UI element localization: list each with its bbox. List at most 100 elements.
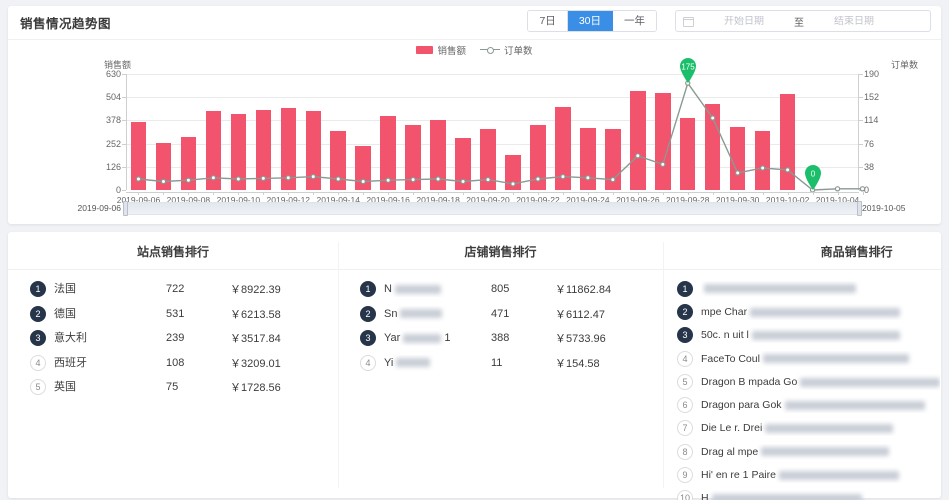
ranking-row[interactable]: 5Dragon B mpada Go￥29.3: [677, 370, 949, 393]
ranking-row[interactable]: 2mpe Char￥16.4: [677, 300, 949, 323]
bar-swatch-icon: [416, 46, 434, 54]
ranking-item-quantity: 5: [940, 446, 949, 458]
data-zoom-handle-left[interactable]: [123, 201, 128, 216]
rank-badge: 4: [677, 350, 693, 367]
redacted-text: [762, 354, 909, 364]
ranking-item-name: Die Le r. Drei: [701, 420, 940, 436]
y-axis-left-tick: 630: [105, 69, 121, 79]
ranking-item-name: Sn: [384, 306, 491, 322]
ranking-row[interactable]: 3 Yar 1 388 ￥5733.96: [360, 326, 641, 351]
range-button-1[interactable]: 30日: [567, 11, 613, 31]
legend-item-orders[interactable]: 订单数: [480, 43, 533, 57]
x-axis-tickmark: [562, 192, 564, 195]
x-axis-tickmark: [363, 192, 365, 195]
legend-label-sales: 销售额: [437, 46, 466, 57]
start-date-input[interactable]: [700, 15, 788, 27]
range-button-2[interactable]: 一年: [613, 11, 656, 31]
rank-badge: 1: [360, 281, 376, 298]
ranking-item-amount: ￥6112.47: [555, 308, 605, 321]
ranking-row[interactable]: 4 Yi 11 ￥154.58: [360, 351, 641, 376]
ranking-item-amount: ￥6213.58: [230, 308, 281, 321]
chart-line-series: [135, 80, 866, 193]
ranking-item-name: 西班牙: [54, 356, 87, 369]
ranking-row[interactable]: 9Hi' en re 1 Paire11￥0: [677, 463, 949, 486]
ranking-row[interactable]: 1￥32.65: [677, 277, 949, 300]
ranking-item-name: Dragon para Gok: [701, 397, 940, 413]
redacted-text: [396, 358, 431, 368]
ranking-list: 1￥32.652mpe Char￥16.4350c. n uit l￥45.54…: [663, 270, 949, 500]
chart-data-zoom-slider[interactable]: 2019-09-06 2019-10-05: [78, 201, 905, 216]
ranking-row[interactable]: 10H0￥26: [677, 487, 949, 500]
y-axis-left-tick: 0: [115, 185, 121, 195]
rank-badge: 2: [360, 305, 376, 322]
end-date-input[interactable]: [810, 15, 898, 27]
dashboard-page: 销售情况趋势图 7日30日一年 至 销售额 订单数: [0, 0, 949, 500]
x-axis-tickmark: [213, 192, 215, 195]
x-axis-tickmark: [662, 192, 664, 195]
redacted-text: [711, 494, 862, 500]
ranking-item-amount: ￥1728.56: [230, 382, 281, 395]
range-segmented-control[interactable]: 7日 30日 一年: [527, 10, 657, 32]
ranking-item-name: 法国: [54, 283, 76, 296]
ranking-row[interactable]: 2 Sn 471 ￥6112.47: [360, 302, 641, 327]
x-axis-tickmark: [762, 192, 764, 195]
page-title: 销售情况趋势图: [20, 17, 112, 31]
rank-badge: 4: [30, 354, 46, 371]
ranking-list: 1 N 805 ￥11862.84 2 Sn 471 ￥6112.47 3 Yar 1 388 ￥57…: [338, 270, 663, 375]
sales-trend-card: 销售情况趋势图 7日30日一年 至 销售额 订单数: [8, 6, 941, 224]
rank-badge: 2: [677, 303, 693, 320]
date-range-picker[interactable]: 至: [675, 10, 931, 32]
ranking-row[interactable]: 4FaceTo Coul￥14.15: [677, 347, 949, 370]
ranking-item-name: FaceTo Coul: [701, 351, 940, 367]
svg-text:0: 0: [810, 170, 815, 179]
ranking-row[interactable]: 1 N 805 ￥11862.84: [360, 277, 641, 302]
ranking-item-quantity: 11: [491, 356, 503, 369]
calendar-icon: [683, 16, 694, 27]
rank-badge: 5: [677, 373, 693, 390]
svg-text:175: 175: [681, 63, 695, 72]
ranking-row[interactable]: 3 意大利 239 ￥3517.84: [30, 326, 316, 351]
ranking-item-name: 50c. n uit l: [701, 327, 940, 343]
chart-max-marker-pin: 175: [677, 55, 699, 84]
ranking-panel-title: 店铺销售排行: [338, 232, 663, 270]
rank-badge: 3: [677, 327, 693, 344]
ranking-panel-2: 商品销售排行1￥32.652mpe Char￥16.4350c. n uit l…: [663, 232, 949, 500]
ranking-item-name: H: [701, 490, 940, 500]
ranking-item-name: 意大利: [54, 332, 87, 345]
ranking-item-name: N: [384, 281, 491, 297]
line-swatch-icon: [480, 46, 500, 54]
y-axis-left-tick: 126: [105, 161, 121, 172]
redacted-text: [784, 400, 925, 410]
ranking-item-quantity: 17: [940, 422, 949, 434]
rank-badge: 4: [360, 354, 376, 371]
ranking-item-amount: ￥3517.84: [230, 333, 281, 346]
rank-badge: 9: [677, 467, 693, 484]
ranking-row[interactable]: 1 法国 722 ￥8922.39: [30, 277, 316, 302]
ranking-row[interactable]: 5 英国 75 ￥1728.56: [30, 375, 316, 400]
ranking-row[interactable]: 7Die Le r. Drei17￥15.9: [677, 417, 949, 440]
ranking-item-name: Hi' en re 1 Paire: [701, 467, 940, 483]
ranking-panel-0: 站点销售排行 1 法国 722 ￥8922.39 2 德国 531 ￥6213.58 3 意大利 23…: [8, 232, 338, 498]
ranking-item-quantity: 388: [491, 332, 510, 345]
ranking-row[interactable]: 4 西班牙 108 ￥3209.01: [30, 351, 316, 376]
y-axis-left-tick: 504: [105, 92, 121, 103]
chart-min-marker-pin: 0: [802, 162, 824, 190]
ranking-item-quantity: 722: [166, 283, 185, 296]
rank-badge: 3: [360, 330, 376, 347]
trend-header-controls: 7日30日一年 至: [527, 10, 931, 32]
ranking-item-name: Drag al mpe: [701, 444, 940, 460]
redacted-text: [800, 377, 941, 387]
data-zoom-track[interactable]: [126, 202, 859, 215]
ranking-item-name: 英国: [54, 381, 76, 394]
ranking-row[interactable]: 6Dragon para Gok￥31.93: [677, 393, 949, 416]
legend-item-sales[interactable]: 销售额: [416, 43, 466, 57]
ranking-row[interactable]: 2 德国 531 ￥6213.58: [30, 302, 316, 327]
trend-card-header: 销售情况趋势图 7日30日一年 至: [8, 6, 941, 40]
redacted-text: [778, 470, 899, 480]
ranking-row[interactable]: 350c. n uit l￥45.5: [677, 324, 949, 347]
y-axis-right-title: 订单数: [890, 60, 918, 70]
x-axis-tickmark: [463, 192, 465, 195]
ranking-item-name: Yar 1: [384, 332, 451, 345]
range-button-0[interactable]: 7日: [528, 11, 568, 31]
ranking-row[interactable]: 8Drag al mpe5￥34.3: [677, 440, 949, 463]
